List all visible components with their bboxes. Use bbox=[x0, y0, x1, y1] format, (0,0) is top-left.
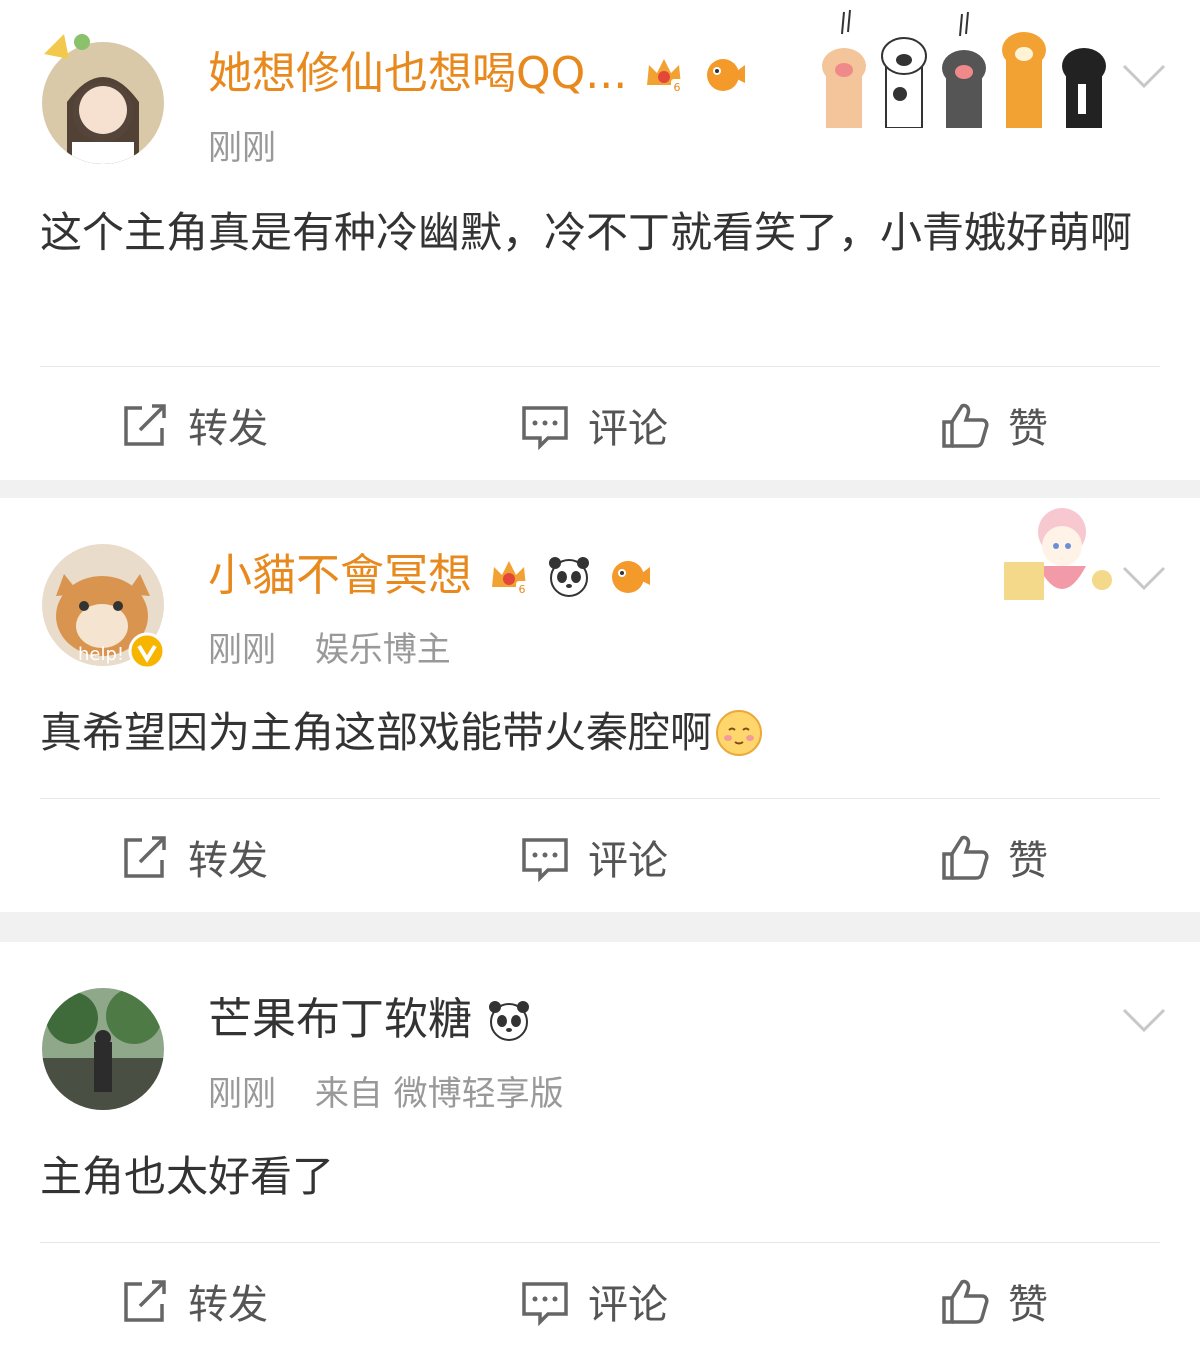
repost-label[interactable]: 转发 bbox=[188, 1272, 268, 1330]
verified-badge-icon bbox=[128, 632, 166, 670]
comment-icon bbox=[522, 838, 568, 882]
comment-button[interactable]: 评论 bbox=[520, 1246, 668, 1356]
username-text[interactable]: 芒果布丁软糖 bbox=[208, 992, 472, 1048]
post-source: 来自 微博轻享版 bbox=[314, 1074, 564, 1114]
repost-label[interactable]: 转发 bbox=[188, 396, 268, 454]
chevron-down-icon[interactable] bbox=[1122, 62, 1166, 90]
chevron-down-icon[interactable] bbox=[1122, 564, 1166, 592]
comment-button[interactable]: 评论 bbox=[520, 802, 668, 912]
comment-label[interactable]: 评论 bbox=[588, 828, 668, 886]
repost-button[interactable]: 转发 bbox=[120, 802, 268, 912]
like-label[interactable]: 赞 bbox=[1008, 828, 1048, 886]
thumbs-up-icon bbox=[942, 403, 989, 448]
svg-text:6: 6 bbox=[519, 583, 526, 596]
post-content-text: 真希望因为主角这部戏能带火秦腔啊 bbox=[40, 708, 713, 757]
action-bar: 转发 评论 赞 bbox=[0, 1246, 1200, 1356]
like-label[interactable]: 赞 bbox=[1008, 396, 1048, 454]
crown-6-badge-icon: 6 bbox=[492, 561, 528, 596]
post-meta: 刚刚 娱乐博主 bbox=[208, 622, 479, 671]
divider bbox=[40, 1242, 1160, 1243]
divider bbox=[40, 798, 1160, 799]
like-button[interactable]: 赞 bbox=[940, 370, 1048, 480]
comment-label[interactable]: 评论 bbox=[588, 1272, 668, 1330]
timestamp: 刚刚 bbox=[208, 630, 276, 670]
like-button[interactable]: 赞 bbox=[940, 1246, 1048, 1356]
svg-text:6: 6 bbox=[674, 81, 681, 94]
panda-badge-icon bbox=[549, 557, 589, 597]
chevron-down-icon[interactable] bbox=[1122, 1006, 1166, 1034]
comment-icon bbox=[522, 1282, 568, 1326]
repost-label[interactable]: 转发 bbox=[188, 828, 268, 886]
cat-paws-card-decoration bbox=[812, 4, 1112, 129]
post-content: 主角也太好看了 bbox=[40, 1152, 335, 1201]
crown-6-badge-icon: 6 bbox=[647, 59, 684, 94]
post-content: 真希望因为主角这部戏能带火秦腔啊 bbox=[40, 700, 1140, 766]
blush-emoji-icon bbox=[716, 710, 763, 756]
repost-icon bbox=[124, 404, 166, 446]
username-text[interactable]: 她想修仙也想喝QQ... bbox=[208, 46, 627, 102]
comment-button[interactable]: 评论 bbox=[520, 370, 668, 480]
post-content: 这个主角真是有种冷幽默，冷不丁就看笑了，小青娥好萌啊 bbox=[40, 208, 1133, 257]
post-card[interactable]: 芒果布丁软糖 刚刚 来自 微博轻享版 主角也太好看了 转发 评论 赞 bbox=[0, 942, 1200, 1369]
action-bar: 转发 评论 赞 bbox=[0, 370, 1200, 480]
username-text[interactable]: 小貓不會冥想 bbox=[208, 548, 472, 604]
username[interactable]: 她想修仙也想喝QQ... 6 bbox=[208, 46, 747, 102]
like-label[interactable]: 赞 bbox=[1008, 1272, 1048, 1330]
username[interactable]: 小貓不會冥想 6 bbox=[208, 548, 652, 604]
repost-button[interactable]: 转发 bbox=[120, 370, 268, 480]
bunny-girl-card-decoration bbox=[1002, 502, 1116, 614]
pufferfish-badge-icon bbox=[612, 561, 650, 593]
pufferfish-badge-icon bbox=[707, 59, 746, 91]
user-tag: 娱乐博主 bbox=[314, 630, 451, 670]
repost-icon bbox=[124, 1280, 166, 1322]
comment-label[interactable]: 评论 bbox=[588, 396, 668, 454]
repost-icon bbox=[124, 836, 166, 878]
panda-badge-icon bbox=[489, 1001, 529, 1041]
comment-icon bbox=[522, 406, 568, 450]
thumbs-up-icon bbox=[942, 835, 989, 880]
post-card[interactable]: help! 小貓不會冥想 6 刚刚 娱乐博主 真希望因为主角这部戏能带火秦腔啊 … bbox=[0, 498, 1200, 912]
divider bbox=[40, 366, 1160, 367]
avatar[interactable] bbox=[42, 988, 164, 1110]
post-card[interactable]: 她想修仙也想喝QQ... 6 刚刚 这个主角真是有种冷幽默，冷不丁就看笑了，小青… bbox=[0, 0, 1200, 480]
timestamp: 刚刚 bbox=[208, 1074, 276, 1114]
action-bar: 转发 评论 赞 bbox=[0, 802, 1200, 912]
username[interactable]: 芒果布丁软糖 bbox=[208, 992, 532, 1048]
like-button[interactable]: 赞 bbox=[940, 802, 1048, 912]
avatar-caption: help! bbox=[78, 644, 124, 665]
post-meta: 刚刚 来自 微博轻享版 bbox=[208, 1066, 592, 1115]
repost-button[interactable]: 转发 bbox=[120, 1246, 268, 1356]
thumbs-up-icon bbox=[942, 1279, 989, 1324]
timestamp: 刚刚 bbox=[208, 128, 276, 168]
prince-sticker-icon bbox=[34, 24, 104, 74]
post-meta: 刚刚 bbox=[208, 120, 304, 169]
